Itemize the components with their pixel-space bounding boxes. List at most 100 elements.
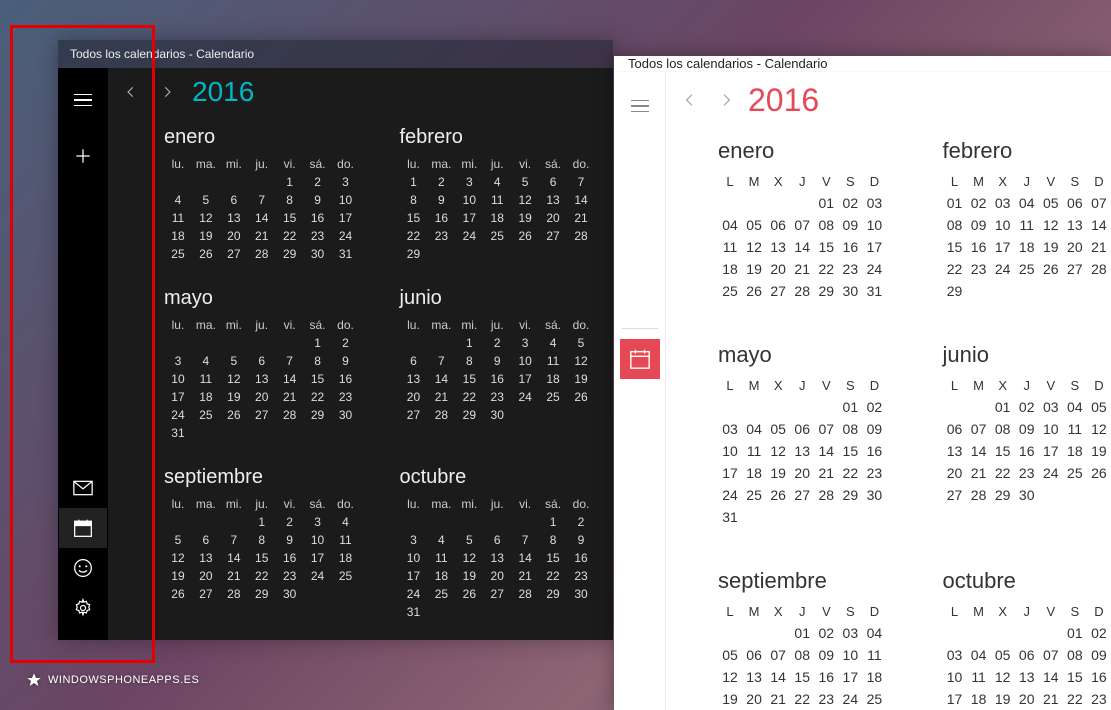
add-event-button[interactable] [59, 136, 107, 176]
day-cell[interactable]: 07 [1039, 644, 1063, 666]
day-cell[interactable] [967, 622, 991, 644]
day-cell[interactable]: 12 [511, 191, 539, 209]
day-cell[interactable]: 2 [276, 513, 304, 531]
day-cell[interactable]: 22 [276, 227, 304, 245]
day-cell[interactable]: 17 [332, 209, 360, 227]
day-cell[interactable]: 17 [991, 236, 1015, 258]
next-year-button[interactable] [710, 84, 742, 116]
day-cell[interactable]: 11 [192, 370, 220, 388]
day-cell[interactable]: 09 [838, 214, 862, 236]
day-cell[interactable]: 29 [838, 484, 862, 506]
day-cell[interactable]: 06 [1015, 644, 1039, 666]
day-cell[interactable] [511, 245, 539, 263]
day-cell[interactable] [192, 173, 220, 191]
day-cell[interactable]: 15 [991, 440, 1015, 462]
year-label[interactable]: 2016 [748, 82, 819, 119]
day-cell[interactable]: 05 [1087, 396, 1111, 418]
day-cell[interactable] [276, 334, 304, 352]
day-cell[interactable]: 02 [838, 192, 862, 214]
day-cell[interactable]: 28 [567, 227, 595, 245]
day-cell[interactable]: 25 [1015, 258, 1039, 280]
day-cell[interactable]: 22 [838, 462, 862, 484]
day-cell[interactable]: 14 [790, 236, 814, 258]
day-cell[interactable]: 11 [1015, 214, 1039, 236]
day-cell[interactable]: 23 [332, 388, 360, 406]
day-cell[interactable]: 28 [967, 484, 991, 506]
day-cell[interactable]: 7 [248, 191, 276, 209]
day-cell[interactable]: 07 [967, 418, 991, 440]
day-cell[interactable]: 06 [1063, 192, 1087, 214]
day-cell[interactable]: 13 [192, 549, 220, 567]
day-cell[interactable]: 5 [192, 191, 220, 209]
month-junio[interactable]: junioLMXJVSD0102030405060708091011121314… [943, 342, 1111, 528]
day-cell[interactable] [766, 192, 790, 214]
day-cell[interactable]: 20 [790, 462, 814, 484]
month-octubre[interactable]: octubreLMXJVSD01020304050607080910111213… [943, 568, 1111, 710]
day-cell[interactable]: 17 [511, 370, 539, 388]
day-cell[interactable]: 28 [427, 406, 455, 424]
day-cell[interactable] [164, 334, 192, 352]
day-cell[interactable]: 25 [427, 585, 455, 603]
day-cell[interactable]: 05 [718, 644, 742, 666]
day-cell[interactable] [220, 424, 248, 442]
day-cell[interactable] [1063, 484, 1087, 506]
day-cell[interactable] [742, 396, 766, 418]
day-cell[interactable]: 20 [766, 258, 790, 280]
day-cell[interactable]: 17 [943, 688, 967, 710]
day-cell[interactable]: 28 [220, 585, 248, 603]
day-cell[interactable]: 19 [164, 567, 192, 585]
day-cell[interactable] [967, 396, 991, 418]
day-cell[interactable]: 20 [400, 388, 428, 406]
day-cell[interactable]: 06 [790, 418, 814, 440]
day-cell[interactable]: 1 [304, 334, 332, 352]
day-cell[interactable]: 16 [838, 236, 862, 258]
day-cell[interactable]: 2 [332, 334, 360, 352]
day-cell[interactable]: 08 [790, 644, 814, 666]
day-cell[interactable] [567, 245, 595, 263]
day-cell[interactable]: 15 [455, 370, 483, 388]
day-cell[interactable]: 27 [1063, 258, 1087, 280]
day-cell[interactable]: 10 [455, 191, 483, 209]
day-cell[interactable]: 03 [943, 644, 967, 666]
day-cell[interactable]: 03 [862, 192, 886, 214]
hamburger-icon[interactable] [614, 84, 666, 128]
day-cell[interactable]: 24 [991, 258, 1015, 280]
calendar-icon[interactable] [620, 339, 660, 379]
day-cell[interactable]: 03 [991, 192, 1015, 214]
day-cell[interactable]: 13 [742, 666, 766, 688]
day-cell[interactable]: 22 [814, 258, 838, 280]
day-cell[interactable]: 18 [192, 388, 220, 406]
day-cell[interactable]: 14 [276, 370, 304, 388]
day-cell[interactable]: 16 [1087, 666, 1111, 688]
day-cell[interactable]: 25 [718, 280, 742, 302]
day-cell[interactable] [304, 585, 332, 603]
day-cell[interactable] [718, 192, 742, 214]
day-cell[interactable]: 07 [790, 214, 814, 236]
day-cell[interactable]: 26 [220, 406, 248, 424]
day-cell[interactable]: 15 [276, 209, 304, 227]
day-cell[interactable]: 25 [332, 567, 360, 585]
day-cell[interactable]: 04 [1015, 192, 1039, 214]
day-cell[interactable]: 15 [539, 549, 567, 567]
day-cell[interactable]: 13 [248, 370, 276, 388]
day-cell[interactable] [1039, 484, 1063, 506]
day-cell[interactable]: 30 [838, 280, 862, 302]
day-cell[interactable]: 14 [814, 440, 838, 462]
day-cell[interactable]: 19 [718, 688, 742, 710]
day-cell[interactable]: 2 [483, 334, 511, 352]
day-cell[interactable]: 20 [1063, 236, 1087, 258]
day-cell[interactable]: 11 [742, 440, 766, 462]
day-cell[interactable]: 03 [1039, 396, 1063, 418]
day-cell[interactable]: 04 [1063, 396, 1087, 418]
day-cell[interactable]: 12 [567, 352, 595, 370]
day-cell[interactable] [718, 622, 742, 644]
day-cell[interactable] [1039, 280, 1063, 302]
day-cell[interactable]: 12 [991, 666, 1015, 688]
day-cell[interactable]: 12 [455, 549, 483, 567]
day-cell[interactable]: 4 [192, 352, 220, 370]
day-cell[interactable]: 26 [164, 585, 192, 603]
day-cell[interactable]: 15 [790, 666, 814, 688]
day-cell[interactable]: 16 [304, 209, 332, 227]
day-cell[interactable]: 30 [332, 406, 360, 424]
day-cell[interactable]: 01 [838, 396, 862, 418]
